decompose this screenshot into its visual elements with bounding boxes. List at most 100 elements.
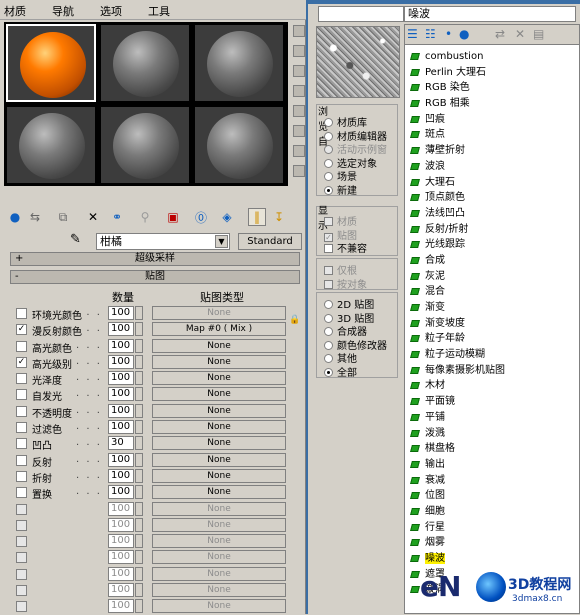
- map-amount-field[interactable]: 100: [108, 387, 134, 402]
- map-amount-field[interactable]: 100: [108, 599, 134, 614]
- map-list-item[interactable]: 行星: [405, 520, 579, 536]
- amount-spinner[interactable]: [135, 354, 143, 369]
- map-list-item[interactable]: 粒子运动模糊: [405, 347, 579, 363]
- map-slot-button[interactable]: None: [152, 566, 286, 581]
- map-enable-checkbox[interactable]: [16, 519, 27, 531]
- map-list-item[interactable]: Perlin 大理石: [405, 65, 579, 81]
- map-slot-button[interactable]: None: [152, 468, 286, 483]
- sample-slot-5[interactable]: [100, 106, 190, 184]
- amount-spinner[interactable]: [135, 420, 143, 435]
- amount-spinner[interactable]: [135, 338, 143, 353]
- view-small-icons-icon[interactable]: •: [445, 27, 452, 41]
- sample-type-icon[interactable]: [293, 25, 305, 37]
- view-list-icon[interactable]: ☰: [407, 27, 418, 41]
- map-list-item[interactable]: 法线凹凸: [405, 206, 579, 222]
- map-slot-button[interactable]: Map #0 ( Mix ): [152, 322, 286, 337]
- map-slot-button[interactable]: None: [152, 517, 286, 532]
- map-amount-field[interactable]: 100: [108, 403, 134, 418]
- sample-slot-3[interactable]: [194, 24, 284, 102]
- sample-slot-2[interactable]: [100, 24, 190, 102]
- put-to-scene-icon[interactable]: ⇆: [26, 208, 44, 226]
- map-slot-button[interactable]: None: [152, 338, 286, 353]
- map-enable-checkbox[interactable]: [16, 568, 27, 580]
- material-type-button[interactable]: Standard: [238, 233, 302, 250]
- map-slot-button[interactable]: None: [152, 583, 286, 598]
- map-list-item[interactable]: 平铺: [405, 410, 579, 426]
- map-list-item[interactable]: 凹痕: [405, 112, 579, 128]
- select-by-material-icon[interactable]: [293, 165, 305, 177]
- map-amount-field[interactable]: 100: [108, 306, 134, 320]
- map-enable-checkbox[interactable]: ✓: [16, 324, 27, 336]
- map-amount-field[interactable]: 100: [108, 338, 134, 353]
- map-slot-button[interactable]: None: [152, 501, 286, 516]
- chevron-down-icon[interactable]: ▼: [215, 235, 228, 248]
- get-material-icon[interactable]: ●: [6, 208, 24, 226]
- map-list-item[interactable]: 棋盘格: [405, 441, 579, 457]
- amount-spinner[interactable]: [135, 501, 143, 516]
- map-list-item[interactable]: 噪波: [405, 551, 579, 567]
- map-list-item[interactable]: 大理石: [405, 175, 579, 191]
- map-list-item[interactable]: 衰减: [405, 473, 579, 489]
- map-enable-checkbox[interactable]: ✓: [16, 356, 27, 368]
- show-map-in-viewport-icon[interactable]: ⓪: [192, 208, 210, 226]
- make-preview-icon[interactable]: [293, 125, 305, 137]
- background-icon[interactable]: [293, 65, 305, 77]
- menu-options[interactable]: 选项: [100, 3, 122, 19]
- map-amount-field[interactable]: 100: [108, 550, 134, 565]
- delete-icon[interactable]: ✕: [515, 27, 525, 41]
- map-list-item[interactable]: 平面镜: [405, 394, 579, 410]
- map-enable-checkbox[interactable]: [16, 373, 27, 385]
- amount-spinner[interactable]: [135, 306, 143, 320]
- map-list-item[interactable]: 混合: [405, 284, 579, 300]
- amount-spinner[interactable]: [135, 485, 143, 500]
- map-amount-field[interactable]: 100: [108, 501, 134, 516]
- map-amount-field[interactable]: 100: [108, 534, 134, 549]
- make-unique-icon[interactable]: ⚭: [108, 208, 126, 226]
- put-to-library-icon[interactable]: ⚲: [136, 208, 154, 226]
- amount-spinner[interactable]: [135, 550, 143, 565]
- map-amount-field[interactable]: 100: [108, 420, 134, 435]
- go-forward-sibling-icon[interactable]: ↧: [270, 208, 288, 226]
- map-enable-checkbox[interactable]: [16, 470, 27, 482]
- map-list-item[interactable]: 木材: [405, 378, 579, 394]
- map-list-item[interactable]: 光线跟踪: [405, 237, 579, 253]
- map-list-item[interactable]: 波浪: [405, 159, 579, 175]
- sample-slot-1[interactable]: [6, 24, 96, 102]
- map-slot-button[interactable]: None: [152, 599, 286, 614]
- map-list-item[interactable]: 合成: [405, 253, 579, 269]
- checkbox-option[interactable]: 按对象: [324, 276, 367, 291]
- map-enable-checkbox[interactable]: [16, 405, 27, 417]
- map-enable-checkbox[interactable]: [16, 487, 27, 499]
- options-icon[interactable]: [293, 145, 305, 157]
- map-list-item[interactable]: 粒子年龄: [405, 331, 579, 347]
- checkbox-option[interactable]: 不兼容: [324, 240, 367, 255]
- amount-spinner[interactable]: [135, 452, 143, 467]
- map-list-item[interactable]: 薄壁折射: [405, 143, 579, 159]
- amount-spinner[interactable]: [135, 322, 143, 337]
- map-enable-checkbox[interactable]: [16, 601, 27, 613]
- map-slot-button[interactable]: None: [152, 354, 286, 369]
- video-color-check-icon[interactable]: [293, 105, 305, 117]
- amount-spinner[interactable]: [135, 583, 143, 598]
- view-large-icons-icon[interactable]: ●: [459, 27, 469, 41]
- map-amount-field[interactable]: 100: [108, 485, 134, 500]
- map-list-item[interactable]: 顶点颜色: [405, 190, 579, 206]
- map-list-item[interactable]: 细胞: [405, 504, 579, 520]
- map-slot-button[interactable]: None: [152, 436, 286, 451]
- map-list-item[interactable]: 灰泥: [405, 269, 579, 285]
- amount-spinner[interactable]: [135, 517, 143, 532]
- map-amount-field[interactable]: 100: [108, 517, 134, 532]
- amount-spinner[interactable]: [135, 387, 143, 402]
- amount-spinner[interactable]: [135, 371, 143, 386]
- amount-spinner[interactable]: [135, 599, 143, 614]
- map-amount-field[interactable]: 100: [108, 468, 134, 483]
- map-enable-checkbox[interactable]: [16, 438, 27, 450]
- clear-library-icon[interactable]: ▤: [533, 27, 544, 41]
- map-enable-checkbox[interactable]: [16, 536, 27, 548]
- amount-spinner[interactable]: [135, 403, 143, 418]
- sample-slot-4[interactable]: [6, 106, 96, 184]
- map-enable-checkbox[interactable]: [16, 454, 27, 466]
- map-list-item[interactable]: 渐变: [405, 300, 579, 316]
- map-slot-button[interactable]: None: [152, 452, 286, 467]
- search-input[interactable]: [318, 6, 404, 22]
